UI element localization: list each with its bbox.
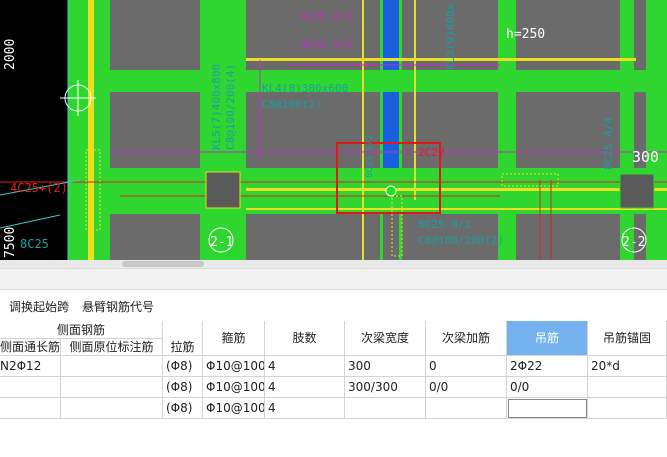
label-rebar-left2: 8C25	[20, 237, 49, 251]
header-secondary-add[interactable]: 次梁加筋	[426, 321, 507, 356]
cantilever-code-button[interactable]: 悬臂钢筋代号	[82, 298, 154, 315]
header-side-original[interactable]: 侧面原位标注筋	[61, 339, 163, 356]
cell-stirrup[interactable]: Φ10@100	[203, 398, 265, 419]
concrete-column-2	[619, 173, 655, 209]
cell-tie[interactable]: (Φ8)	[163, 377, 203, 398]
cell-stirrup[interactable]: Φ10@100	[203, 377, 265, 398]
scrollbar-thumb[interactable]	[122, 261, 204, 267]
group-header-side-rebar: 侧面钢筋	[0, 321, 163, 339]
dim-left-bottom: 7500	[3, 227, 18, 258]
cell-legs[interactable]: 4	[265, 356, 345, 377]
cell-hanger[interactable]: 2Φ22	[507, 356, 588, 377]
label-rebar-center2: 2C22	[418, 146, 445, 159]
green-beam-top	[110, 70, 667, 92]
header-secondary-width[interactable]: 次梁宽度	[345, 321, 426, 356]
header-legs[interactable]: 肢数	[265, 321, 345, 356]
cell-stirrup[interactable]: Φ10@100	[203, 356, 265, 377]
label-top-note: 4C25 2/2	[300, 10, 353, 23]
cell-secondary-width[interactable]	[345, 398, 426, 419]
label-rebar-left: 4C25+(2)	[10, 181, 68, 195]
label-top-note2: 4C25 2/2	[300, 38, 353, 51]
cell-hanger-anchor[interactable]	[588, 377, 667, 398]
header-tie[interactable]: 拉筋	[163, 321, 203, 356]
header-hanger-anchor[interactable]: 吊筋锚固	[588, 321, 667, 356]
cell-legs[interactable]: 4	[265, 377, 345, 398]
cell-legs[interactable]: 4	[265, 398, 345, 419]
cad-svg: 2000 7500 KL5(7)400x800 C8@100/200(4) KL…	[0, 0, 667, 260]
adjust-start-span-button[interactable]: 调换起始跨	[9, 298, 69, 315]
section-label-a: 2-1	[210, 235, 233, 250]
cell-hanger-anchor[interactable]	[588, 398, 667, 419]
label-beam-bottom2: C8@100/200(2)	[418, 234, 504, 247]
section-label-b: 2-2	[622, 235, 645, 250]
cell-secondary-width[interactable]: 300	[345, 356, 426, 377]
label-kl4-stirrup: C8@100(2)	[262, 98, 322, 111]
cell-side-through[interactable]	[0, 377, 61, 398]
dim-left-top: 2000	[3, 39, 18, 70]
cell-secondary-add[interactable]: 0	[426, 356, 507, 377]
cell-secondary-width[interactable]: 300/300	[345, 377, 426, 398]
cell-secondary-add[interactable]: 0/0	[426, 377, 507, 398]
cad-drawing-canvas[interactable]: 2000 7500 KL5(7)400x800 C8@100/200(4) KL…	[0, 0, 667, 260]
cell-side-through[interactable]: N2Φ12	[0, 356, 61, 377]
label-top-right: KL3(9)400x	[444, 3, 457, 70]
label-kl5: KL5(7)400x800	[210, 64, 223, 150]
horizontal-scrollbar[interactable]	[0, 260, 667, 268]
label-rebar-center: 8C25 6/2	[365, 135, 375, 178]
cell-hanger-anchor[interactable]: 20*d	[588, 356, 667, 377]
panel-splitter[interactable]	[0, 268, 667, 290]
header-hanger[interactable]: 吊筋	[507, 321, 588, 356]
cell-side-original[interactable]	[61, 377, 163, 398]
label-kl4: KL4(8)300x600	[262, 82, 348, 95]
green-column-mid	[200, 0, 246, 260]
cell-side-original[interactable]	[61, 356, 163, 377]
rebar-table: 侧面钢筋 侧面通长筋 侧面原位标注筋 拉筋 箍筋 肢数 次梁宽度 次梁加筋 吊筋…	[0, 321, 667, 457]
cell-secondary-add[interactable]	[426, 398, 507, 419]
cell-tie[interactable]: (Φ8)	[163, 398, 203, 419]
label-beam-bottom: 8C25 8/2	[418, 218, 471, 231]
cell-side-original[interactable]	[61, 398, 163, 419]
concrete-column-1	[205, 171, 241, 209]
header-side-through[interactable]: 侧面通长筋	[0, 339, 61, 356]
label-rebar-right: 8C25 4/4	[602, 117, 615, 170]
label-kl5-stirrup: C8@100/200(4)	[224, 64, 237, 150]
header-stirrup[interactable]: 箍筋	[203, 321, 265, 356]
cell-hanger-selected[interactable]	[507, 398, 588, 419]
cell-side-through[interactable]	[0, 398, 61, 419]
label-height: h=250	[506, 27, 545, 42]
cell-tie[interactable]: (Φ8)	[163, 356, 203, 377]
label-right-dim: 300	[632, 148, 659, 166]
cell-hanger[interactable]: 0/0	[507, 377, 588, 398]
